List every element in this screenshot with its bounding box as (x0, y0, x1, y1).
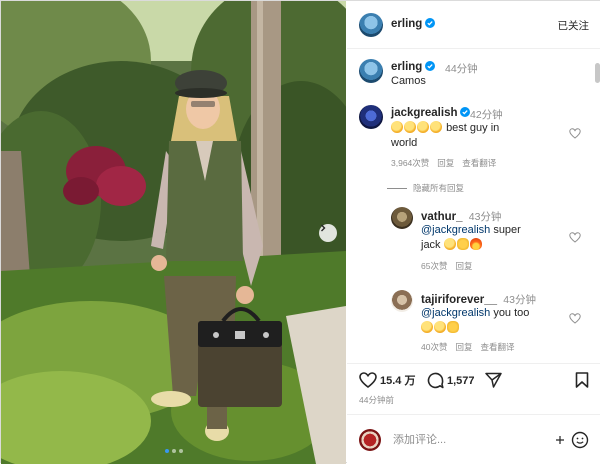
comment-avatar[interactable] (359, 105, 383, 129)
comment-input[interactable]: 添加评论... (393, 431, 543, 447)
comment-icon (427, 372, 444, 389)
caption-username-text[interactable]: erling (391, 61, 422, 73)
author-username-text[interactable]: erling (391, 18, 422, 30)
reply-meta: 40次赞 回复 查看翻译 (421, 341, 515, 353)
caption-text: Camos (391, 75, 426, 87)
reply-username[interactable]: vathur_ 43分钟 (421, 209, 501, 224)
hide-replies-toggle[interactable]: 隐藏所有回复 (387, 182, 464, 194)
author-username[interactable]: erling (391, 18, 436, 30)
carousel-dot (171, 449, 176, 453)
share-button[interactable] (485, 372, 502, 388)
reply-button[interactable]: 回复 (455, 260, 472, 272)
current-user-avatar (359, 429, 381, 451)
reply-username[interactable]: tajiriforever__ 43分钟 (421, 292, 536, 307)
reply-button[interactable]: 回复 (455, 341, 472, 353)
post-photo-illustration (1, 1, 346, 464)
reply-like-heart-icon[interactable] (569, 232, 581, 243)
reply-like-heart-icon[interactable] (569, 313, 581, 324)
comments-scrollbar[interactable] (595, 63, 600, 83)
emoji-icon[interactable] (571, 431, 589, 449)
ok-hand-emoji-icon (447, 321, 459, 333)
comment-meta: 3,964次赞 回复 查看翻译 (391, 157, 496, 169)
post-time: 44分钟前 (359, 395, 394, 405)
reply-button[interactable]: 回复 (437, 157, 454, 169)
divider (387, 187, 407, 189)
carousel-dot (178, 449, 183, 453)
view-translation-button[interactable]: 查看翻译 (462, 157, 496, 169)
laughing-emoji-icon (417, 121, 429, 133)
reply-text-line1: you too (493, 307, 530, 319)
post-side-panel: erling 已关注 erling 44分钟 Camos jackgrealis… (347, 1, 600, 464)
reply-avatar[interactable] (391, 290, 413, 312)
view-translation-button[interactable]: 查看翻译 (480, 341, 514, 353)
verified-icon (425, 61, 436, 71)
comment-button[interactable]: 1,577 (427, 372, 475, 389)
fire-emoji-icon (469, 238, 482, 250)
laughing-emoji-icon (443, 238, 456, 250)
reply-likes-count[interactable]: 65次赞 (421, 260, 447, 272)
reply-time: 43分钟 (503, 294, 536, 306)
carousel-indicator (1, 449, 346, 453)
comment-username-text[interactable]: jackgrealish (391, 107, 457, 119)
reply-username-text[interactable]: tajiriforever__ (421, 294, 497, 306)
mention-link[interactable]: @jackgrealish (421, 224, 490, 236)
comment-time: 42分钟 (470, 109, 503, 121)
author-avatar[interactable] (359, 13, 383, 37)
add-comment-bar: 添加评论... (347, 414, 600, 464)
comments-count[interactable]: 1,577 (447, 375, 475, 387)
laughing-emoji-icon (430, 121, 442, 133)
post-header: erling 已关注 (347, 1, 600, 49)
carousel-dot (164, 449, 169, 453)
clapping-hands-emoji-icon (456, 238, 469, 250)
reply-username-text[interactable]: vathur_ (421, 211, 463, 223)
reply-time: 43分钟 (468, 211, 502, 223)
reply-text: @jackgrealish super jack (421, 223, 561, 253)
reply-meta: 65次赞 回复 (421, 260, 472, 272)
laughing-emoji-icon (434, 321, 446, 333)
reply-text-line1: super (493, 224, 521, 236)
reply-avatar[interactable] (391, 207, 413, 229)
share-icon (485, 372, 502, 388)
comment-username[interactable]: jackgrealish (391, 107, 471, 119)
comment-text-line1: best guy in (446, 122, 500, 134)
hide-replies-label[interactable]: 隐藏所有回复 (413, 182, 464, 194)
verified-icon (460, 107, 471, 117)
instagram-post-window: erling 已关注 erling 44分钟 Camos jackgrealis… (0, 0, 600, 464)
bookmark-icon (575, 372, 589, 388)
comment-text-line2: world (391, 137, 418, 149)
comment-likes-count[interactable]: 3,964次赞 (391, 157, 429, 169)
like-button[interactable]: 15.4 万 (359, 372, 415, 388)
verified-icon (425, 18, 436, 28)
post-photo[interactable] (1, 1, 346, 464)
reply-text-line2: jack (421, 239, 441, 251)
reply-likes-count[interactable]: 40次赞 (421, 341, 447, 353)
next-photo-button[interactable] (319, 224, 337, 242)
comment-text: best guy in world (391, 121, 541, 151)
mention-link[interactable]: @jackgrealish (421, 307, 490, 319)
laughing-emoji-icon (421, 321, 433, 333)
save-button[interactable] (575, 372, 589, 388)
gif-sticker-icon[interactable] (555, 435, 565, 445)
laughing-emoji-icon (404, 121, 416, 133)
laughing-emoji-icon (391, 121, 403, 133)
heart-icon (359, 372, 377, 388)
comment-like-heart-icon[interactable] (569, 128, 581, 139)
likes-count[interactable]: 15.4 万 (380, 372, 415, 388)
caption-username[interactable]: erling (391, 61, 436, 73)
caption-time: 44分钟 (445, 63, 478, 75)
chevron-right-icon (321, 224, 326, 232)
reply-text: @jackgrealish you too (421, 306, 561, 336)
caption-avatar[interactable] (359, 59, 383, 83)
following-button[interactable]: 已关注 (558, 18, 590, 33)
